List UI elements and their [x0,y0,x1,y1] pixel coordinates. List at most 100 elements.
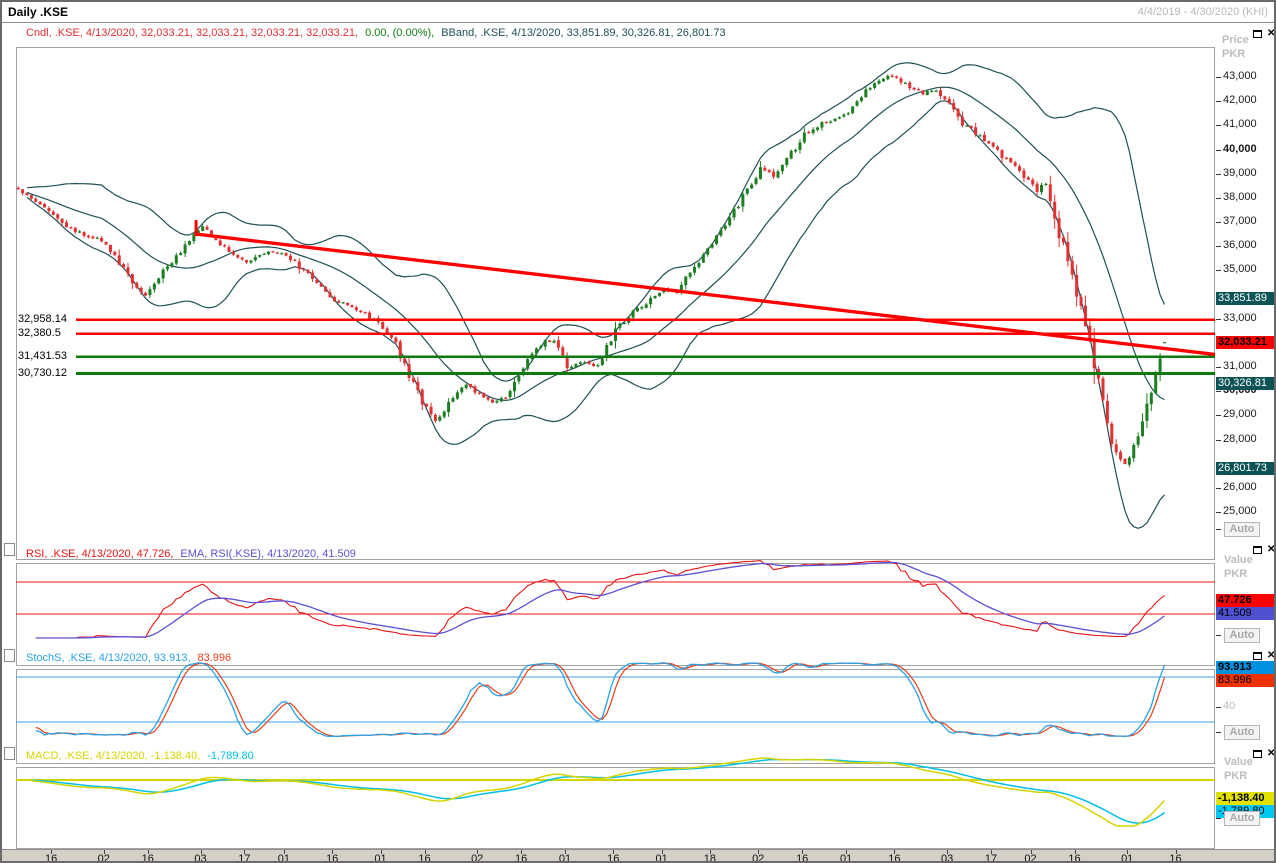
time-axis-day-label: 01 [558,853,572,863]
time-axis-day-label: 18 [703,853,717,863]
stochastics-axis-tick: 40 [1223,700,1236,712]
stochastics-auto-scale-button[interactable]: Auto [1224,725,1260,740]
time-axis-day-label: 02 [1024,853,1037,863]
time-axis-day-label: 17 [984,853,998,863]
price-axis-badge: 26,801.73 [1216,462,1274,475]
stochastics-axis-tick-dash [1216,707,1221,708]
price-axis-tick-dash [1216,198,1221,199]
time-axis-day-label: 16 [514,853,528,863]
macd-axis-auto-dash [1216,818,1221,819]
price-axis-tick: 38,000 [1223,191,1257,203]
chart-window: Daily .KSE 4/4/2019 - 4/30/2020 (KHI) Cn… [0,0,1276,863]
price-axis-tick: 42,000 [1223,94,1257,106]
price-axis-tick-dash [1216,512,1221,513]
price-axis-tick: 36,000 [1223,239,1257,251]
rsi-panel-grip[interactable] [4,543,15,556]
price-axis-title: PKR [1222,48,1246,60]
price-axis-tick-dash [1216,222,1221,223]
price-axis-tick-dash [1216,101,1221,102]
price-axis-badge: 33,851.89 [1216,292,1274,305]
rsi-chart-canvas[interactable] [16,563,1215,666]
time-axis-day-label: 01 [839,853,853,863]
time-axis-day-label: 03 [194,853,207,863]
stochastics-axis-badge: 93.913 [1216,661,1274,674]
time-axis-day-label: 01 [277,853,291,863]
price-axis-tick: 35,000 [1223,263,1257,275]
macd-legend-text: MACD, .KSE, 4/13/2020, -1,138.40, [26,750,201,762]
macd-legend[interactable]: MACD, .KSE, 4/13/2020, -1,138.40, -1,789.… [26,750,261,762]
price-axis-tick-dash [1216,174,1221,175]
price-axis-tick: 43,000 [1223,70,1257,82]
time-axis-day-label: 16 [1169,853,1182,863]
price-axis-badge: 32,033.21 [1216,336,1274,349]
rsi-close-icon[interactable]: ✕ [1267,545,1274,555]
support-resistance-label: 31,431.53 [18,349,70,362]
stochastics-panel-grip[interactable] [4,649,15,662]
price-axis-tick-dash [1216,77,1221,78]
macd-legend-text: -1,789.80 [207,750,254,762]
price-auto-scale-button[interactable]: Auto [1224,522,1260,537]
price-close-icon[interactable]: ✕ [1267,29,1274,39]
rsi-legend-text: RSI, .KSE, 4/13/2020, 47.726, [26,548,174,560]
stochastics-maximize-icon[interactable] [1253,652,1262,660]
price-axis-auto-dash [1216,529,1221,530]
price-chart-canvas[interactable] [16,47,1215,560]
stochastics-axis-auto-dash [1216,732,1221,733]
stochastics-close-icon[interactable]: ✕ [1267,651,1274,661]
window-resize-bar [2,849,1274,861]
time-axis-day-label: 01 [655,853,668,863]
price-axis-tick-dash [1216,125,1221,126]
macd-close-icon[interactable]: ✕ [1267,749,1274,759]
price-axis-tick: 31,000 [1223,360,1257,372]
price-axis-tick: 28,000 [1223,433,1257,445]
time-axis-day-label: 01 [374,853,387,863]
price-maximize-icon[interactable] [1253,30,1262,38]
time-axis-day-label: 16 [796,853,809,863]
macd-panel-grip[interactable] [4,747,15,760]
time-axis-day-label: 16 [141,853,154,863]
price-axis-tick: 39,000 [1223,167,1257,179]
price-legend[interactable]: Cndl, .KSE, 4/13/2020, 32,033.21, 32,033… [26,27,733,39]
rsi-maximize-icon[interactable] [1253,546,1262,554]
support-resistance-label: 32,958.14 [18,312,70,325]
support-resistance-label: 32,380.5 [18,326,64,339]
macd-maximize-icon[interactable] [1253,750,1262,758]
price-axis-tick: 37,000 [1223,215,1257,227]
price-axis-tick-dash [1216,488,1221,489]
price-axis-tick-dash [1216,319,1221,320]
price-axis-tick-dash [1216,150,1221,151]
rsi-axis-title: PKR [1224,568,1248,580]
rsi-legend[interactable]: RSI, .KSE, 4/13/2020, 47.726, EMA, RSI(.K… [26,548,363,560]
rsi-axis-title: Value [1224,554,1253,566]
rsi-axis-auto-dash [1216,635,1221,636]
main-legend-text: Cndl, .KSE, 4/13/2020, 32,033.21, 32,033… [26,27,359,39]
price-axis-badge: 30,326.81 [1216,377,1274,390]
time-axis-day-label: 16 [326,853,339,863]
macd-axis-title: PKR [1224,770,1248,782]
rsi-auto-scale-button[interactable]: Auto [1224,628,1260,643]
chart-area: Cndl, .KSE, 4/13/2020, 32,033.21, 32,033… [2,23,1274,861]
macd-chart-canvas[interactable] [16,767,1215,849]
price-axis-tick: 33,000 [1223,312,1257,324]
date-range-label: 4/4/2019 - 4/30/2020 (KHI) [1137,6,1268,18]
time-axis-day-label: 02 [471,853,484,863]
macd-axis-title: Value [1224,756,1253,768]
time-axis-day-label: 17 [238,853,251,863]
stochastics-legend[interactable]: StochS, .KSE, 4/13/2020, 93.913, 83.996 [26,652,238,664]
titlebar: Daily .KSE 4/4/2019 - 4/30/2020 (KHI) [2,2,1274,23]
main-legend-text: BBand, .KSE, 4/13/2020, 33,851.89, 30,32… [441,27,726,39]
rsi-axis-badge: 47.726 [1216,594,1274,607]
macd-auto-scale-button[interactable]: Auto [1224,811,1260,826]
time-axis-day-label: 16 [44,853,58,863]
time-axis-day-label: 03 [940,853,954,863]
time-axis-day-label: 02 [752,853,765,863]
rsi-axis-badge: 41.509 [1216,607,1274,620]
macd-axis-badge: -1,138.40 [1216,792,1274,805]
price-axis-tick: 26,000 [1223,481,1257,493]
stochastics-axis-badge: 83.996 [1216,674,1274,687]
time-axis-day-label: 16 [607,853,620,863]
price-axis-tick: 41,000 [1223,118,1257,130]
time-axis-day-label: 02 [97,853,110,863]
chart-title: Daily .KSE [8,5,69,19]
time-axis-day-label: 16 [418,853,431,863]
